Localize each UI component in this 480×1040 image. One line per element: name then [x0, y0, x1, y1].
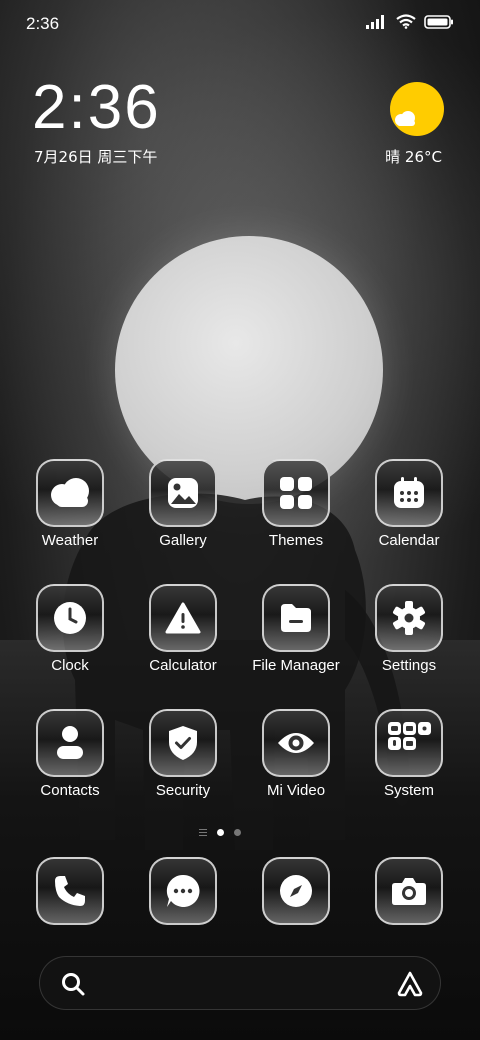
page-indicator-menu-icon	[199, 829, 207, 836]
app-label: Gallery	[159, 532, 207, 549]
app-themes[interactable]: Themes	[241, 459, 351, 549]
battery-icon	[424, 14, 453, 29]
app-system-folder[interactable]: System	[354, 709, 464, 799]
app-label: Settings	[381, 657, 437, 674]
dock-phone[interactable]	[15, 857, 125, 925]
app-label: File Manager	[252, 657, 340, 674]
page-dot	[234, 829, 241, 836]
app-label: Weather	[41, 532, 99, 549]
app-mi-video[interactable]: Mi Video	[241, 709, 351, 799]
app-label: Security	[155, 782, 211, 799]
dock-camera[interactable]	[354, 857, 464, 925]
app-security[interactable]: Security	[128, 709, 238, 799]
app-label: Calendar	[378, 532, 440, 549]
app-contacts[interactable]: Contacts	[15, 709, 125, 799]
app-calendar[interactable]: Calendar	[354, 459, 464, 549]
file-manager-icon	[262, 584, 330, 652]
app-settings[interactable]: Settings	[354, 584, 464, 674]
page-indicator[interactable]	[199, 829, 241, 836]
themes-icon	[262, 459, 330, 527]
clock-icon	[36, 584, 104, 652]
browser-icon	[262, 857, 330, 925]
weather-cloud-icon	[395, 111, 415, 126]
app-calculator[interactable]: Calculator	[128, 584, 238, 674]
gallery-icon	[149, 459, 217, 527]
search-bar[interactable]	[39, 956, 441, 1010]
app-gallery[interactable]: Gallery	[128, 459, 238, 549]
contacts-icon	[36, 709, 104, 777]
status-time: 2:36	[26, 14, 60, 33]
app-label: Mi Video	[266, 782, 326, 799]
weather-icon	[36, 459, 104, 527]
calculator-icon	[149, 584, 217, 652]
clock-widget-time[interactable]: 2:36	[32, 72, 161, 143]
dock-browser[interactable]	[241, 857, 351, 925]
app-label: Calculator	[149, 657, 217, 674]
app-weather[interactable]: Weather	[15, 459, 125, 549]
status-icons	[366, 14, 454, 29]
calendar-icon	[375, 459, 443, 527]
clock-widget-date[interactable]: 7月26日 周三下午	[34, 146, 157, 167]
app-label: Contacts	[40, 782, 100, 799]
app-label: Clock	[51, 657, 89, 674]
app-label: Themes	[268, 532, 324, 549]
system-folder-icon	[375, 709, 443, 777]
search-icon[interactable]	[60, 971, 86, 997]
wifi-icon	[396, 14, 416, 29]
messages-icon	[149, 857, 217, 925]
page-dot-active	[217, 829, 224, 836]
security-icon	[149, 709, 217, 777]
assistant-icon[interactable]	[396, 970, 424, 998]
app-label: System	[383, 782, 434, 799]
app-file-manager[interactable]: File Manager	[241, 584, 351, 674]
weather-widget-text[interactable]: 晴 26°C	[385, 146, 442, 167]
app-clock[interactable]: Clock	[15, 584, 125, 674]
phone-icon	[36, 857, 104, 925]
dock-messages[interactable]	[128, 857, 238, 925]
settings-icon	[375, 584, 443, 652]
signal-icon	[366, 14, 384, 29]
camera-icon	[375, 857, 443, 925]
mi-video-icon	[262, 709, 330, 777]
